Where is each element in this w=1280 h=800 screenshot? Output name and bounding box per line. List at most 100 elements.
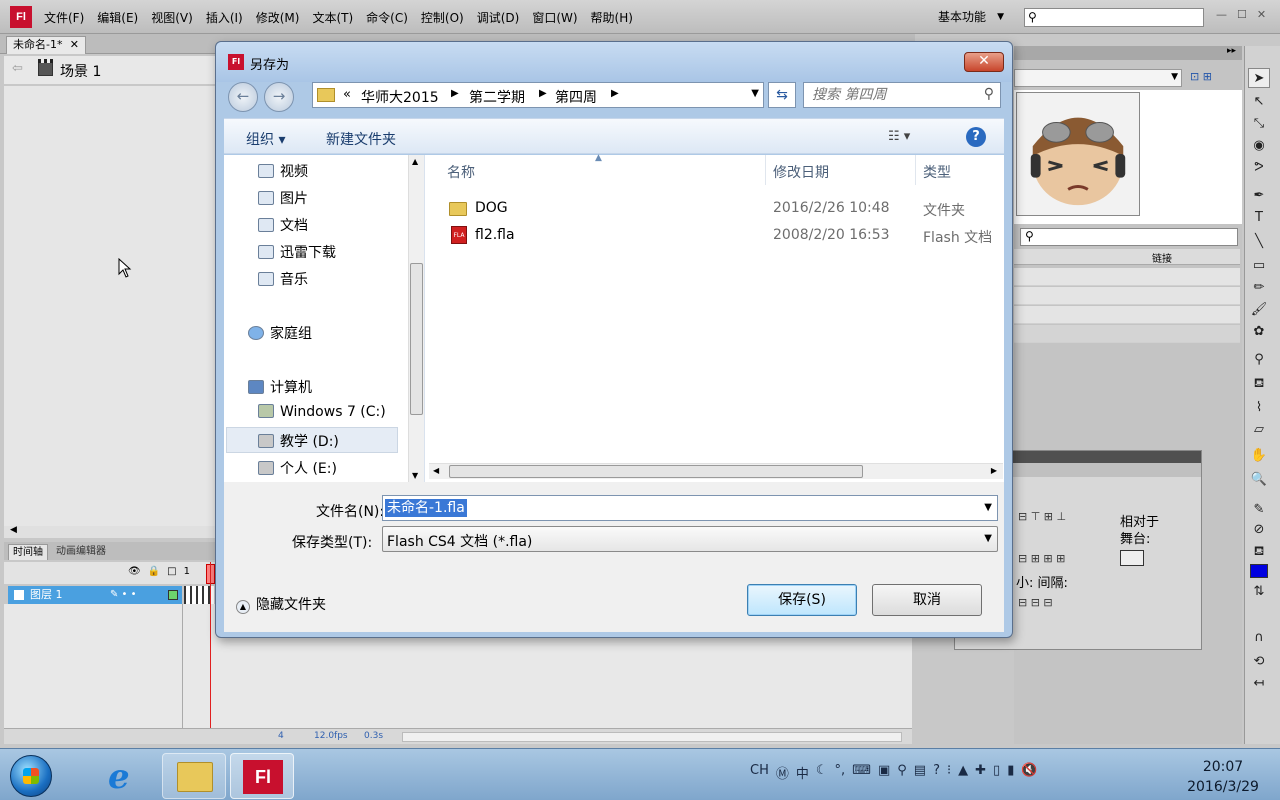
nav-item-documents[interactable]: 文档: [258, 215, 308, 235]
start-button[interactable]: [10, 755, 52, 797]
breadcrumb-separator-icon[interactable]: ▶: [611, 88, 619, 99]
organize-button[interactable]: 组织 ▾: [246, 129, 285, 149]
pen-tool-icon[interactable]: ✒: [1248, 186, 1270, 206]
ime-chinese-icon[interactable]: 中: [796, 763, 809, 782]
paint-bucket-icon[interactable]: ⛾: [1248, 374, 1270, 394]
file-row-fl2[interactable]: FLA fl2.fla 2008/2/20 16:53 Flash 文档: [439, 224, 999, 248]
list-item[interactable]: [1014, 287, 1240, 305]
scroll-thumb[interactable]: [449, 465, 863, 478]
text-tool-icon[interactable]: T: [1248, 208, 1270, 228]
lock-icon[interactable]: 🔒: [148, 566, 160, 577]
taskbar-explorer[interactable]: [162, 753, 226, 799]
menu-view[interactable]: 视图(V): [151, 9, 193, 26]
fill-color-swatch[interactable]: [1250, 564, 1268, 578]
chevron-down-icon[interactable]: ▼: [751, 88, 759, 99]
moon-icon[interactable]: ☾: [816, 763, 828, 782]
ime-indicator[interactable]: CH: [750, 763, 769, 782]
transform-tool-icon[interactable]: ⤡: [1248, 114, 1270, 134]
file-list-scrollbar[interactable]: ◀ ▶: [429, 463, 1003, 479]
filename-field[interactable]: 未命名-1.fla ▼: [382, 495, 998, 521]
fill-color-icon[interactable]: ⛾: [1248, 542, 1270, 562]
new-folder-button[interactable]: 新建文件夹: [326, 129, 396, 149]
help-icon[interactable]: ?: [933, 763, 940, 782]
zoom-tool-icon[interactable]: 🔍: [1248, 470, 1270, 490]
lasso-tool-icon[interactable]: ᕗ: [1248, 158, 1270, 178]
filetype-select[interactable]: Flash CS4 文档 (*.fla) ▼: [382, 526, 998, 552]
bone-tool-icon[interactable]: ⚲: [1248, 350, 1270, 370]
distribute-icon[interactable]: ⊟ ⊞ ⊞ ⊞: [1018, 552, 1065, 565]
column-separator[interactable]: [765, 155, 766, 185]
menu-modify[interactable]: 修改(M): [256, 9, 300, 26]
close-tab-icon[interactable]: ✕: [70, 37, 79, 53]
clock[interactable]: 20:07 2016/3/29: [1178, 757, 1268, 797]
breadcrumb-separator-icon[interactable]: ▶: [539, 88, 547, 99]
eye-icon[interactable]: 👁: [128, 566, 141, 577]
brush-tool-icon[interactable]: 🖌: [1248, 300, 1270, 320]
list-item[interactable]: [1014, 306, 1240, 324]
straighten-icon[interactable]: ↤: [1248, 674, 1270, 694]
notepad-icon[interactable]: ▤: [914, 763, 926, 782]
keyboard-icon[interactable]: ⌨: [852, 763, 871, 782]
settings-icon[interactable]: ⁝: [947, 763, 951, 782]
scroll-up-icon[interactable]: ▲: [412, 157, 418, 166]
breadcrumb-separator-icon[interactable]: ▶: [451, 88, 459, 99]
minimize-icon[interactable]: —: [1216, 8, 1227, 21]
taskbar-flash[interactable]: Fl: [230, 753, 294, 799]
align-left-icon[interactable]: ⊟ ⊤ ⊞ ⊥: [1018, 510, 1066, 523]
library-pin-icon[interactable]: ⊡ ⊞: [1190, 70, 1212, 83]
nav-item-music[interactable]: 音乐: [258, 269, 308, 289]
menu-window[interactable]: 窗口(W): [532, 9, 577, 26]
nav-item-computer[interactable]: 计算机: [248, 377, 312, 397]
cancel-button[interactable]: 取消: [872, 584, 982, 616]
breadcrumb-item[interactable]: 第二学期: [469, 87, 525, 107]
nav-item-videos[interactable]: 视频: [258, 161, 308, 181]
close-icon[interactable]: ✕: [1257, 8, 1266, 21]
tab-timeline[interactable]: 时间轴: [8, 544, 48, 560]
dialog-titlebar[interactable]: Fl 另存为 ✕: [216, 42, 1012, 82]
list-item[interactable]: [1014, 268, 1240, 286]
smooth-icon[interactable]: ⟲: [1248, 652, 1270, 672]
3d-rotation-tool-icon[interactable]: ◉: [1248, 136, 1270, 156]
collapse-icon[interactable]: ▸▸: [1227, 46, 1236, 56]
nav-item-homegroup[interactable]: 家庭组: [248, 323, 312, 343]
snap-magnet-icon[interactable]: ∩: [1248, 628, 1270, 648]
breadcrumb-prefix[interactable]: «: [343, 87, 351, 102]
pencil-tool-icon[interactable]: ✏: [1248, 278, 1270, 298]
list-item[interactable]: [1014, 325, 1240, 343]
nav-item-drive-c[interactable]: Windows 7 (C:): [258, 404, 386, 420]
toolbox-icon[interactable]: ▣: [878, 763, 890, 782]
nav-item-pictures[interactable]: 图片: [258, 188, 308, 208]
spacing-icon[interactable]: ⊟ ⊟ ⊟: [1018, 596, 1053, 609]
library-search-input[interactable]: ⚲: [1020, 228, 1238, 246]
hide-folders-toggle[interactable]: ▲ 隐藏文件夹: [236, 594, 326, 614]
view-options-icon[interactable]: ☷ ▾: [888, 129, 910, 144]
subselection-tool-icon[interactable]: ↖: [1248, 92, 1270, 112]
filename-value[interactable]: 未命名-1.fla: [385, 499, 467, 517]
hand-tool-icon[interactable]: ✋: [1248, 446, 1270, 466]
nav-item-xunlei-downloads[interactable]: 迅雷下载: [258, 242, 336, 262]
help-search-input[interactable]: ⚲: [1024, 8, 1204, 27]
stage-scrollbar[interactable]: ◀: [4, 525, 218, 538]
scroll-left-icon[interactable]: ◀: [433, 466, 439, 475]
breadcrumb-item[interactable]: 第四周: [555, 87, 597, 107]
nav-item-drive-e[interactable]: 个人 (E:): [258, 458, 337, 478]
breadcrumb-item[interactable]: 华师大2015: [361, 87, 439, 107]
tab-motion-editor[interactable]: 动画编辑器: [52, 544, 110, 560]
scroll-down-icon[interactable]: ▼: [412, 471, 418, 480]
scroll-thumb[interactable]: [410, 263, 423, 415]
close-button[interactable]: ✕: [964, 52, 1004, 72]
maximize-icon[interactable]: ☐: [1237, 8, 1247, 21]
chevron-down-icon[interactable]: ▼: [984, 502, 992, 513]
timeline-scrollbar[interactable]: [402, 732, 902, 742]
nav-scrollbar[interactable]: ▲ ▼: [408, 155, 424, 482]
line-tool-icon[interactable]: ╲: [1248, 232, 1270, 252]
network-icon[interactable]: ▮: [1007, 763, 1014, 782]
help-icon[interactable]: ?: [966, 127, 986, 147]
back-button[interactable]: ←: [228, 82, 258, 112]
selection-tool-icon[interactable]: ➤: [1248, 68, 1270, 88]
punctuation-icon[interactable]: °,: [835, 763, 846, 782]
search-tool-icon[interactable]: ⚲: [897, 763, 907, 782]
address-bar[interactable]: « 华师大2015 ▶ 第二学期 ▶ 第四周 ▶ ▼: [312, 82, 764, 108]
ime-m-icon[interactable]: Ⓜ: [776, 763, 789, 782]
swap-colors-icon[interactable]: ⇅: [1248, 582, 1270, 602]
